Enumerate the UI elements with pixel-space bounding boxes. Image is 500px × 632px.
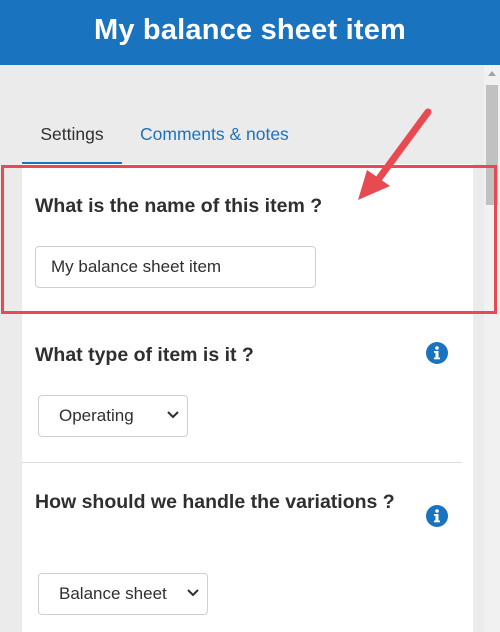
- page-title: My balance sheet item: [93, 14, 407, 46]
- variations-select[interactable]: Balance sheet: [38, 573, 208, 615]
- item-type-question: What type of item is it ?: [35, 344, 254, 366]
- item-name-question: What is the name of this item ?: [35, 195, 323, 217]
- item-type-select-value: Operating: [59, 406, 134, 425]
- chevron-down-icon: [167, 411, 179, 419]
- scrollbar-thumb[interactable]: [486, 85, 498, 205]
- section-divider: [22, 462, 462, 463]
- info-icon[interactable]: [426, 342, 448, 364]
- chevron-down-icon: [187, 589, 199, 597]
- tab-settings[interactable]: Settings: [22, 110, 122, 165]
- tab-comments-notes[interactable]: Comments & notes: [140, 110, 289, 161]
- item-type-select[interactable]: Operating: [38, 395, 188, 437]
- info-icon[interactable]: [426, 505, 448, 527]
- settings-panel: What is the name of this item ? What typ…: [22, 164, 473, 632]
- app-header: My balance sheet item: [0, 0, 500, 65]
- variations-select-value: Balance sheet: [59, 584, 167, 603]
- tab-bar: Settings Comments & notes: [22, 110, 462, 165]
- item-name-input[interactable]: [35, 246, 316, 288]
- scroll-up-arrow-icon[interactable]: [488, 71, 496, 76]
- variations-question: How should we handle the variations ?: [35, 491, 395, 513]
